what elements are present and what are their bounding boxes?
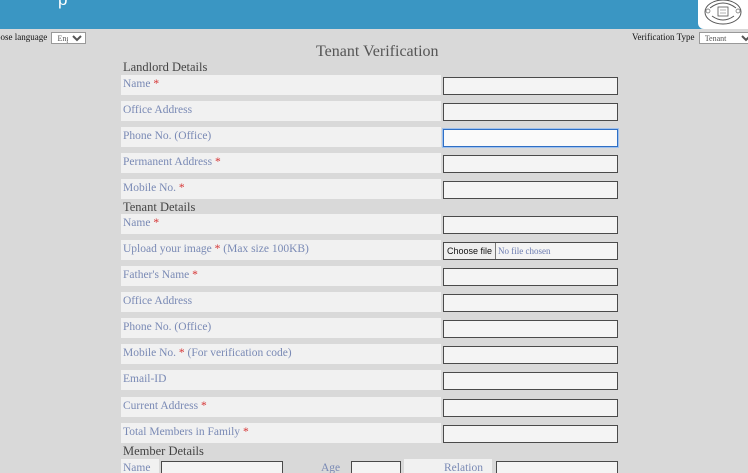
- tenant-section-title: Tenant Details: [123, 200, 196, 214]
- banner-title: p: [58, 0, 67, 10]
- tenant-father-name-label: Father's Name *: [121, 266, 441, 286]
- landlord-office-phone-input[interactable]: [443, 129, 618, 147]
- tenant-mobile-input[interactable]: [443, 346, 618, 364]
- choose-file-button[interactable]: Choose file: [444, 243, 497, 259]
- language-label: oose language: [0, 32, 48, 43]
- tenant-email-row: Email-ID: [121, 370, 619, 390]
- tenant-total-members-input[interactable]: [443, 425, 618, 443]
- member-name-label: Name: [121, 459, 159, 473]
- tenant-email-label: Email-ID: [121, 370, 441, 390]
- landlord-office-phone-row: Phone No. (Office): [121, 127, 619, 147]
- tenant-total-members-row: Total Members in Family *: [121, 423, 619, 443]
- landlord-section-title: Landlord Details: [123, 60, 208, 74]
- member-relation-label: Relation: [404, 459, 492, 473]
- tenant-image-label: Upload your image * (Max size 100KB): [121, 240, 441, 260]
- member-row: Name Age Relation: [121, 459, 619, 473]
- landlord-permanent-address-row: Permanent Address *: [121, 153, 619, 173]
- tenant-office-phone-input[interactable]: [443, 320, 618, 338]
- tenant-mobile-label: Mobile No. * (For verification code): [121, 344, 441, 364]
- tenant-current-address-input[interactable]: [443, 399, 618, 417]
- tenant-name-input[interactable]: [443, 216, 618, 234]
- landlord-name-row: Name *: [121, 75, 619, 95]
- tenant-mobile-row: Mobile No. * (For verification code): [121, 344, 619, 364]
- tenant-current-address-row: Current Address *: [121, 397, 619, 417]
- landlord-mobile-input[interactable]: [443, 181, 618, 199]
- tenant-office-phone-row: Phone No. (Office): [121, 318, 619, 338]
- member-age-input[interactable]: [351, 461, 401, 473]
- verification-type-selector: Verification Type Tenant: [632, 32, 748, 44]
- tenant-total-members-label: Total Members in Family *: [121, 423, 441, 443]
- landlord-office-address-input[interactable]: [443, 103, 618, 121]
- member-relation-input[interactable]: [496, 461, 618, 473]
- landlord-office-address-row: Office Address: [121, 101, 619, 121]
- top-banner: p: [0, 0, 748, 29]
- landlord-name-input[interactable]: [443, 77, 618, 95]
- tenant-image-row: Upload your image * (Max size 100KB) Cho…: [121, 240, 619, 260]
- landlord-mobile-label: Mobile No. *: [121, 179, 441, 199]
- tenant-image-file-input[interactable]: Choose file No file chosen: [443, 242, 618, 260]
- tenant-office-address-input[interactable]: [443, 294, 618, 312]
- verification-type-select[interactable]: Tenant: [698, 32, 748, 44]
- tenant-office-address-label: Office Address: [121, 292, 441, 312]
- member-section-title: Member Details: [123, 444, 204, 458]
- tenant-office-address-row: Office Address: [121, 292, 619, 312]
- tenant-father-name-input[interactable]: [443, 268, 618, 286]
- file-status-text: No file chosen: [498, 246, 551, 256]
- tenant-name-label: Name *: [121, 214, 441, 234]
- landlord-permanent-address-label: Permanent Address *: [121, 153, 441, 173]
- landlord-mobile-row: Mobile No. *: [121, 179, 619, 199]
- landlord-office-phone-label: Phone No. (Office): [121, 127, 441, 147]
- tenant-office-phone-label: Phone No. (Office): [121, 318, 441, 338]
- landlord-name-label: Name *: [121, 75, 441, 95]
- member-age-label: Age: [321, 462, 341, 473]
- tenant-email-input[interactable]: [443, 372, 618, 390]
- page-title: Tenant Verification: [316, 43, 439, 60]
- member-name-input[interactable]: [161, 461, 283, 473]
- verification-type-label: Verification Type: [632, 32, 695, 43]
- landlord-permanent-address-input[interactable]: [443, 155, 618, 173]
- tenant-name-row: Name *: [121, 214, 619, 234]
- emblem-logo-icon: [698, 0, 748, 29]
- landlord-office-address-label: Office Address: [121, 101, 441, 121]
- language-selector: oose language English: [0, 32, 87, 44]
- tenant-current-address-label: Current Address *: [121, 397, 441, 417]
- language-select[interactable]: English: [51, 32, 87, 44]
- tenant-father-name-row: Father's Name *: [121, 266, 619, 286]
